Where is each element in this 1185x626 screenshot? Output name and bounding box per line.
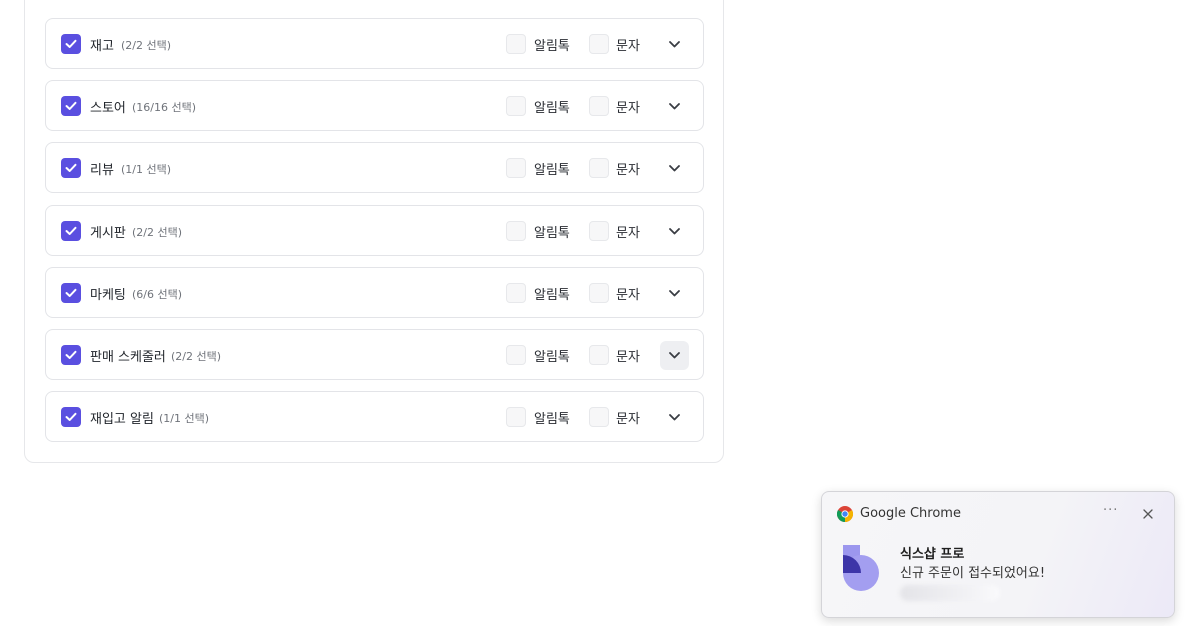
- alimtalk-label: 알림톡: [534, 226, 570, 241]
- more-options-button[interactable]: ···: [1103, 503, 1118, 518]
- category-row-inventory: 재고 (2/2 선택) 알림톡 문자: [45, 18, 704, 69]
- category-checkbox[interactable]: [61, 158, 81, 178]
- sms-checkbox[interactable]: [589, 221, 609, 241]
- alimtalk-checkbox[interactable]: [506, 221, 526, 241]
- category-row-sales-scheduler: 판매 스케줄러 (2/2 선택) 알림톡 문자: [45, 329, 704, 380]
- check-icon: [65, 101, 77, 110]
- category-label: 판매 스케줄러: [90, 350, 166, 365]
- check-icon: [65, 39, 77, 48]
- alimtalk-checkbox[interactable]: [506, 345, 526, 365]
- expand-button[interactable]: [660, 279, 689, 308]
- expand-button[interactable]: [660, 217, 689, 246]
- check-icon: [65, 350, 77, 359]
- chevron-down-icon: [669, 165, 680, 172]
- expand-button[interactable]: [660, 403, 689, 432]
- category-label: 재고: [90, 39, 114, 54]
- alimtalk-checkbox[interactable]: [506, 158, 526, 178]
- notification-title: 식스샵 프로: [900, 547, 965, 562]
- category-count: (16/16 선택): [132, 101, 197, 114]
- category-count: (2/2 선택): [132, 226, 183, 239]
- chrome-notification[interactable]: Google Chrome ··· 식스샵 프로 신규 주문이 접수되었어요!: [821, 491, 1175, 618]
- category-label: 리뷰: [90, 163, 114, 178]
- expand-button[interactable]: [660, 341, 689, 370]
- chevron-down-icon: [669, 352, 680, 359]
- category-count: (6/6 선택): [132, 288, 183, 301]
- sms-label: 문자: [616, 39, 640, 54]
- category-label: 게시판: [90, 226, 126, 241]
- sms-label: 문자: [616, 101, 640, 116]
- close-icon[interactable]: [1141, 507, 1155, 521]
- sms-label: 문자: [616, 412, 640, 427]
- sms-checkbox[interactable]: [589, 158, 609, 178]
- expand-button[interactable]: [660, 154, 689, 183]
- category-count: (1/1 선택): [121, 163, 172, 176]
- alimtalk-checkbox[interactable]: [506, 283, 526, 303]
- alimtalk-label: 알림톡: [534, 101, 570, 116]
- sms-checkbox[interactable]: [589, 345, 609, 365]
- check-icon: [65, 226, 77, 235]
- sms-checkbox[interactable]: [589, 283, 609, 303]
- category-checkbox[interactable]: [61, 283, 81, 303]
- expand-button[interactable]: [660, 92, 689, 121]
- category-row-store: 스토어 (16/16 선택) 알림톡 문자: [45, 80, 704, 131]
- check-icon: [65, 163, 77, 172]
- chevron-down-icon: [669, 103, 680, 110]
- notification-settings-panel: 재고 (2/2 선택) 알림톡 문자 스토어 (16/16 선택) 알림톡 문자…: [24, 0, 724, 463]
- chevron-down-icon: [669, 41, 680, 48]
- sms-checkbox[interactable]: [589, 96, 609, 116]
- category-row-board: 게시판 (2/2 선택) 알림톡 문자: [45, 205, 704, 256]
- alimtalk-label: 알림톡: [534, 163, 570, 178]
- category-row-restock-alert: 재입고 알림 (1/1 선택) 알림톡 문자: [45, 391, 704, 442]
- category-count: (2/2 선택): [171, 350, 222, 363]
- category-label: 마케팅: [90, 288, 126, 303]
- category-checkbox[interactable]: [61, 407, 81, 427]
- category-checkbox[interactable]: [61, 96, 81, 116]
- alimtalk-label: 알림톡: [534, 350, 570, 365]
- category-checkbox[interactable]: [61, 345, 81, 365]
- chevron-down-icon: [669, 290, 680, 297]
- sms-checkbox[interactable]: [589, 407, 609, 427]
- chevron-down-icon: [669, 228, 680, 235]
- expand-button[interactable]: [660, 30, 689, 59]
- sms-checkbox[interactable]: [589, 34, 609, 54]
- category-row-review: 리뷰 (1/1 선택) 알림톡 문자: [45, 142, 704, 193]
- sixshop-logo-icon: [843, 545, 879, 591]
- alimtalk-checkbox[interactable]: [506, 407, 526, 427]
- sms-label: 문자: [616, 350, 640, 365]
- category-count: (2/2 선택): [121, 39, 172, 52]
- notification-app-name: Google Chrome: [860, 506, 961, 521]
- category-checkbox[interactable]: [61, 34, 81, 54]
- alimtalk-checkbox[interactable]: [506, 96, 526, 116]
- chevron-down-icon: [669, 414, 680, 421]
- alimtalk-checkbox[interactable]: [506, 34, 526, 54]
- sms-label: 문자: [616, 163, 640, 178]
- check-icon: [65, 288, 77, 297]
- check-icon: [65, 412, 77, 421]
- chrome-logo-icon: [837, 506, 853, 522]
- alimtalk-label: 알림톡: [534, 412, 570, 427]
- notification-message: 신규 주문이 접수되었어요!: [900, 566, 1046, 581]
- category-checkbox[interactable]: [61, 221, 81, 241]
- sms-label: 문자: [616, 226, 640, 241]
- sms-label: 문자: [616, 288, 640, 303]
- category-label: 재입고 알림: [90, 412, 154, 427]
- alimtalk-label: 알림톡: [534, 288, 570, 303]
- alimtalk-label: 알림톡: [534, 39, 570, 54]
- category-row-marketing: 마케팅 (6/6 선택) 알림톡 문자: [45, 267, 704, 318]
- category-count: (1/1 선택): [159, 412, 210, 425]
- blurred-text-redacted: [900, 585, 1000, 601]
- category-label: 스토어: [90, 101, 126, 116]
